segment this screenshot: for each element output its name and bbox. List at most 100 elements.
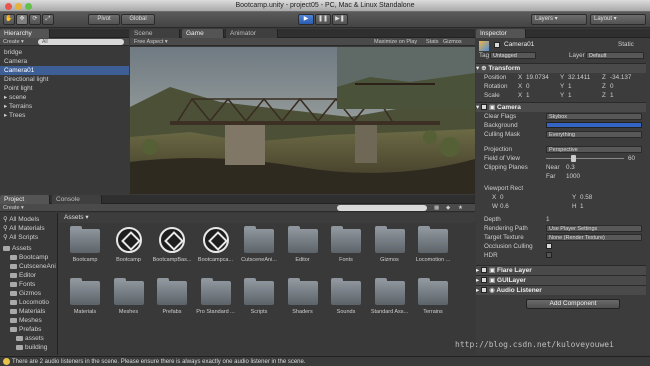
hierarchy-item[interactable]: Point light [0,84,129,93]
far-value[interactable]: 1000 [566,172,580,181]
project-create-dropdown[interactable]: Create [3,205,20,211]
component-header[interactable]: ▸ ◉ Audio Listener [476,285,646,295]
culling-mask-dropdown[interactable]: Everything [546,131,642,138]
asset-item[interactable]: Standard Ass... [370,278,410,325]
folder-tree-item[interactable]: Fonts [0,280,35,289]
camera-header[interactable]: ▾ ▣ Camera [476,102,646,112]
asset-item[interactable]: Prefabs [152,278,192,325]
transform-z-field[interactable]: -34.137 [610,73,631,82]
global-toggle[interactable]: Global [121,14,155,25]
tab-animator[interactable]: Animator [226,29,278,38]
asset-item[interactable]: Sounds [326,278,366,325]
fov-slider[interactable] [546,155,624,162]
step-button[interactable]: ▶❚ [332,14,348,25]
fov-value[interactable]: 60 [628,154,635,163]
transform-x-field[interactable]: 1 [526,91,530,100]
hdr-checkbox[interactable] [546,252,552,258]
transform-z-field[interactable]: 1 [610,91,614,100]
filter-type-icon[interactable]: ▦ [434,204,439,212]
aspect-dropdown[interactable]: Free Aspect [134,39,163,45]
hierarchy-item[interactable]: Camera [0,57,129,66]
tab-game[interactable]: Game [182,29,224,38]
component-enabled-checkbox[interactable] [481,267,488,274]
component-enabled-checkbox[interactable] [481,287,488,294]
pivot-toggle[interactable]: Pivot [88,14,120,25]
asset-item[interactable]: Gizmos [370,226,410,273]
component-enabled-checkbox[interactable] [481,277,488,284]
asset-item[interactable]: Editor [283,226,323,273]
asset-item[interactable]: Shaders [283,278,323,325]
hierarchy-item[interactable]: ▸ Trees [0,111,129,120]
asset-item[interactable]: Bootcampca... [196,227,236,273]
maximize-on-play-toggle[interactable]: Maximize on Play [374,38,417,46]
breadcrumb[interactable]: Assets ▾ [59,213,475,223]
folder-tree-item[interactable]: Materials [0,307,45,316]
viewport-y[interactable]: 0.58 [580,193,592,202]
asset-item[interactable]: Bootcamp [65,226,105,273]
component-header[interactable]: ▸ ▣ Flare Layer [476,265,646,275]
component-header[interactable]: ▸ ▣ GUILayer [476,275,646,285]
folder-tree-item[interactable]: building [0,343,47,352]
layer-dropdown[interactable]: Default [586,52,644,59]
transform-x-field[interactable]: 0 [526,82,530,91]
layers-dropdown[interactable]: Layers ▾ [531,14,587,25]
asset-item[interactable]: Scripts [239,278,279,325]
active-checkbox[interactable] [494,42,500,48]
asset-item[interactable]: Locomotion ... [413,226,453,273]
minimize-window-button[interactable] [15,3,22,10]
clear-flags-dropdown[interactable]: Skybox [546,113,642,120]
add-component-button[interactable]: Add Component [526,299,620,309]
camera-enabled-checkbox[interactable] [481,104,488,111]
transform-header[interactable]: ▾ ⊕ Transform [476,63,646,73]
transform-x-field[interactable]: 19.0734 [526,73,549,82]
rotate-tool-icon[interactable]: ⟳ [29,14,41,25]
tab-inspector[interactable]: Inspector [476,29,526,38]
stats-toggle[interactable]: Stats [426,38,439,46]
zoom-window-button[interactable] [25,3,32,10]
tab-hierarchy[interactable]: Hierarchy [0,29,50,38]
favorite-icon[interactable]: ★ [458,204,463,212]
target-texture-field[interactable]: None (Render Texture) [546,234,642,241]
depth-value[interactable]: 1 [546,215,550,224]
asset-item[interactable]: Fonts [326,226,366,273]
layout-dropdown[interactable]: Layout ▾ [590,14,646,25]
gizmos-dropdown[interactable]: Gizmos [443,38,462,46]
transform-y-field[interactable]: 32.1411 [568,73,590,82]
background-color-swatch[interactable] [546,122,642,128]
hierarchy-item[interactable]: Camera01 [0,66,129,75]
hierarchy-item[interactable]: ▸ Terrains [0,102,129,111]
projection-dropdown[interactable]: Perspective [546,146,642,153]
asset-item[interactable]: Pro Standard ... [196,278,236,325]
hand-tool-icon[interactable]: ✋ [3,14,15,25]
pause-button[interactable]: ❚❚ [315,14,331,25]
asset-item[interactable]: BootcampBas... [152,227,192,273]
asset-item[interactable]: Bootcamp [109,227,149,273]
hierarchy-item[interactable]: Directional light [0,75,129,84]
folder-tree-item[interactable]: Editor [0,271,36,280]
tag-dropdown[interactable]: Untagged [490,52,536,59]
tab-scene[interactable]: Scene [130,29,180,38]
folder-tree-item[interactable]: Prefabs [0,325,41,334]
transform-z-field[interactable]: 0 [610,82,614,91]
folder-tree-item[interactable]: assets [0,334,44,343]
rendering-path-dropdown[interactable]: Use Player Settings [546,225,642,232]
tab-console[interactable]: Console [52,195,102,204]
project-search-input[interactable] [337,205,427,211]
folder-tree-item[interactable]: Assets [0,244,32,253]
fov-slider-handle[interactable] [571,155,576,162]
favorite-item[interactable]: ⚲ All Models [0,215,39,224]
near-value[interactable]: 0.3 [566,163,575,172]
close-window-button[interactable] [5,3,12,10]
hierarchy-item[interactable]: bridge [0,48,129,57]
object-name-field[interactable]: Camera01 [504,41,534,48]
asset-item[interactable]: Terrains [413,278,453,325]
filter-label-icon[interactable]: ◆ [446,204,450,212]
viewport-h[interactable]: 1 [580,202,584,211]
folder-tree-item[interactable]: Meshes [0,316,42,325]
folder-tree-item[interactable]: CutsceneAni [0,262,56,271]
transform-y-field[interactable]: 1 [568,91,572,100]
move-tool-icon[interactable]: ✥ [16,14,28,25]
asset-item[interactable]: Meshes [109,278,149,325]
hierarchy-item[interactable]: ▸ scene [0,93,129,102]
asset-item[interactable]: Materials [65,278,105,325]
